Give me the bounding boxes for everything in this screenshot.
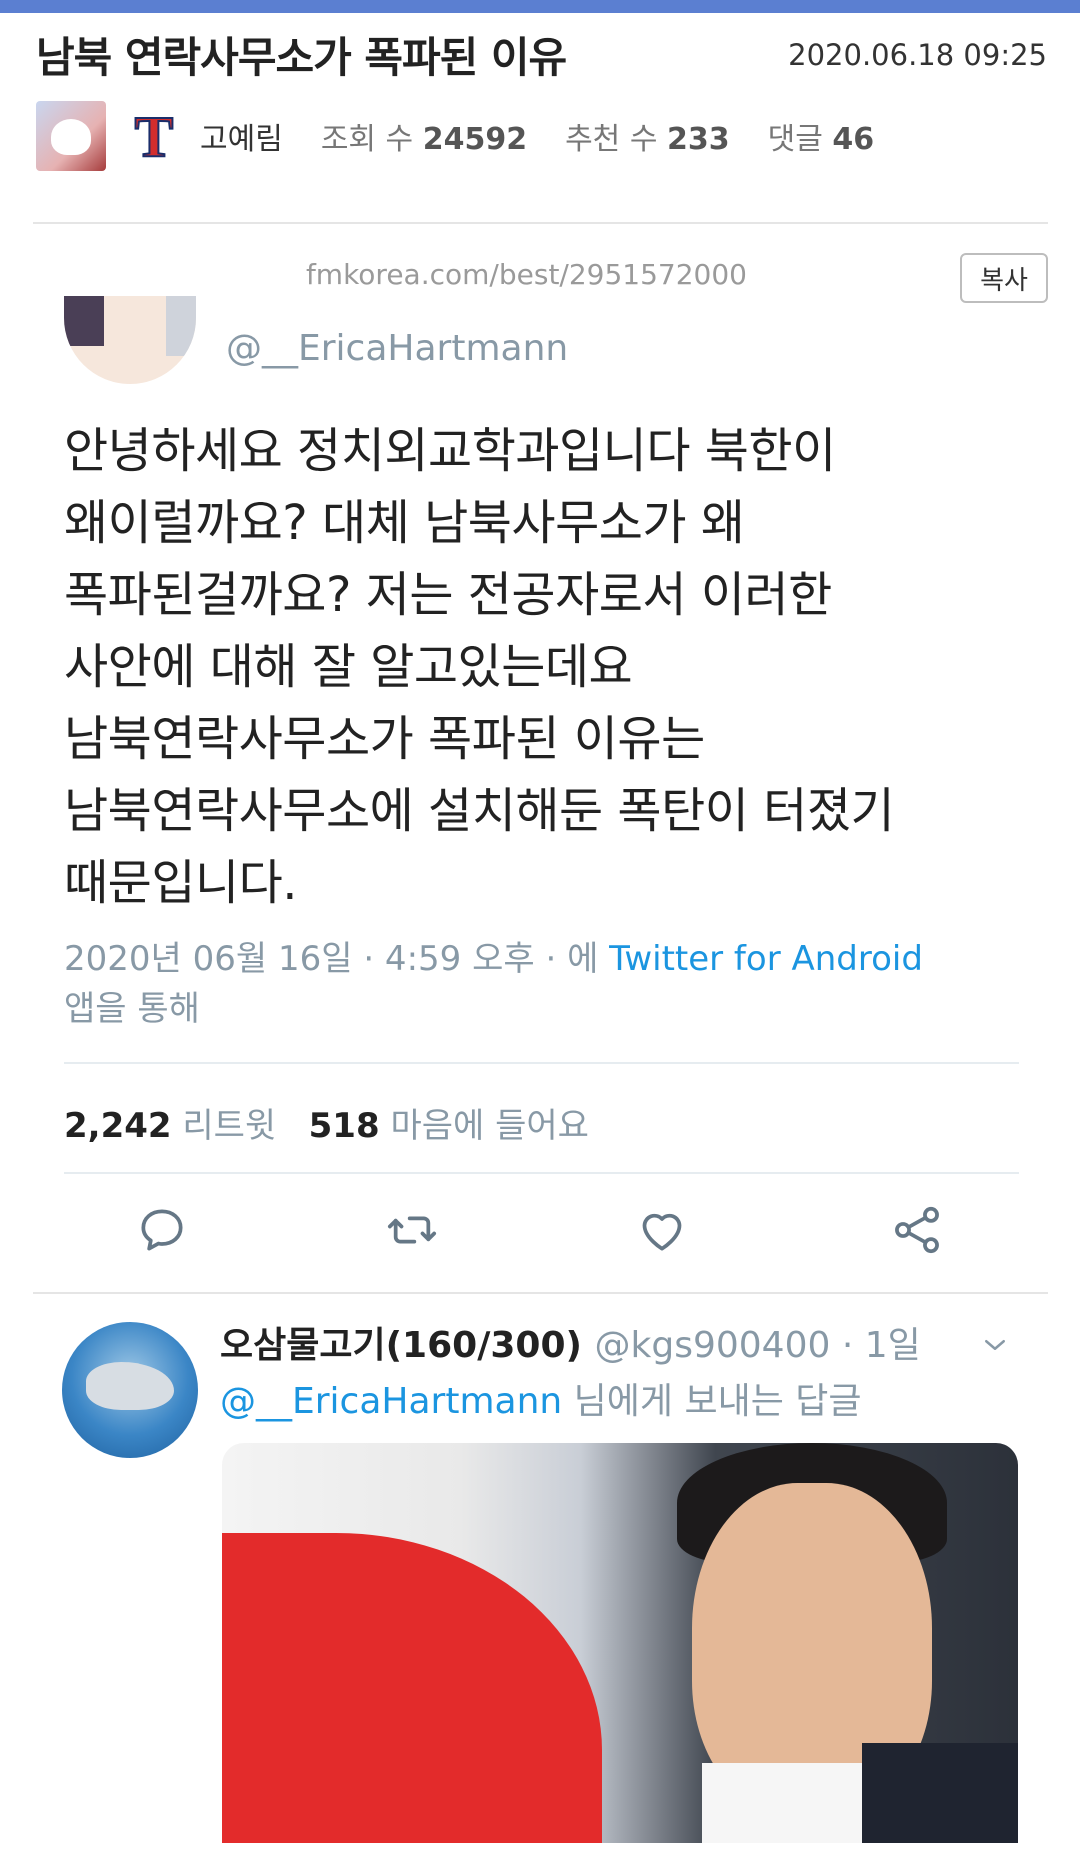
- retweet-icon[interactable]: [384, 1202, 440, 1258]
- author-nickname[interactable]: 고예림: [200, 114, 283, 158]
- post-meta: T 고예림 조회 수 24592 추천 수 233 댓글 46: [36, 100, 874, 172]
- flag-shape: [222, 1533, 602, 1843]
- like-label: 마음에 들어요: [390, 1106, 589, 1146]
- views-label: 조회 수: [320, 122, 414, 157]
- retweet-label: 리트윗: [182, 1106, 277, 1146]
- reply-attached-photo[interactable]: [222, 1443, 1018, 1843]
- tweet-time-suffix: 앱을 통해: [64, 989, 200, 1029]
- reply-to-text: 님에게 보내는 답글: [573, 1381, 862, 1422]
- tweet-body: 안녕하세요 정치외교학과입니다 북한이 왜이럴까요? 대체 남북사무소가 왜 폭…: [64, 423, 895, 911]
- comments-stat[interactable]: 댓글 46: [768, 114, 875, 158]
- tweet-handle[interactable]: @__EricaHartmann: [226, 328, 568, 369]
- reply-to-line: @__EricaHartmann 님에게 보내는 답글: [220, 1372, 862, 1424]
- tweet-divider-2: [64, 1172, 1019, 1174]
- chevron-down-icon[interactable]: [980, 1330, 1010, 1360]
- post-title: 남북 연락사무소가 폭파된 이유: [36, 33, 567, 82]
- views-count: 24592: [422, 122, 528, 157]
- copy-url-button[interactable]: 복사: [960, 253, 1048, 303]
- tweet-actions: [64, 1202, 984, 1266]
- author-avatar[interactable]: [36, 101, 106, 171]
- likes-stat: 추천 수 233: [565, 114, 730, 158]
- share-icon[interactable]: [889, 1202, 945, 1258]
- tweet-counts: 2,242 리트윗 518 마음에 들어요: [64, 1098, 589, 1147]
- reply-icon[interactable]: [134, 1202, 190, 1258]
- post-url: fmkorea.com/best/2951572000: [305, 258, 747, 291]
- likes-label: 추천 수: [565, 122, 658, 157]
- reply-author-avatar[interactable]: [62, 1322, 198, 1458]
- likes-count: 233: [666, 122, 730, 157]
- reply-author-name: 오삼물고기(160/300): [220, 1325, 582, 1366]
- retweet-count[interactable]: 2,242: [64, 1106, 172, 1146]
- reply-divider: [33, 1292, 1048, 1294]
- reply-handle-time: @kgs900400 · 1일: [594, 1325, 921, 1366]
- team-logo-icon: T: [134, 103, 175, 170]
- tweet-app-link[interactable]: Twitter for Android: [609, 939, 923, 979]
- tweet-divider-1: [64, 1062, 1019, 1064]
- reply-mention-link[interactable]: @__EricaHartmann: [220, 1381, 562, 1422]
- reply-author[interactable]: 오삼물고기(160/300) @kgs900400 · 1일: [220, 1316, 921, 1368]
- top-accent-bar: [0, 0, 1080, 13]
- comments-label: 댓글: [767, 122, 823, 157]
- heart-icon[interactable]: [634, 1202, 690, 1258]
- comments-count: 46: [832, 122, 875, 157]
- tweet-time-prefix: 2020년 06월 16일 · 4:59 오후 · 에: [64, 939, 599, 979]
- tweet-author-avatar[interactable]: [64, 296, 196, 384]
- header-divider: [33, 222, 1048, 224]
- photo-suit-shape: [862, 1743, 1018, 1843]
- tweet-timestamp: 2020년 06월 16일 · 4:59 오후 · 에 Twitter for …: [64, 934, 984, 1034]
- like-count[interactable]: 518: [309, 1106, 380, 1146]
- views-stat: 조회 수 24592: [321, 114, 527, 158]
- post-datetime: 2020.06.18 09:25: [788, 38, 1047, 72]
